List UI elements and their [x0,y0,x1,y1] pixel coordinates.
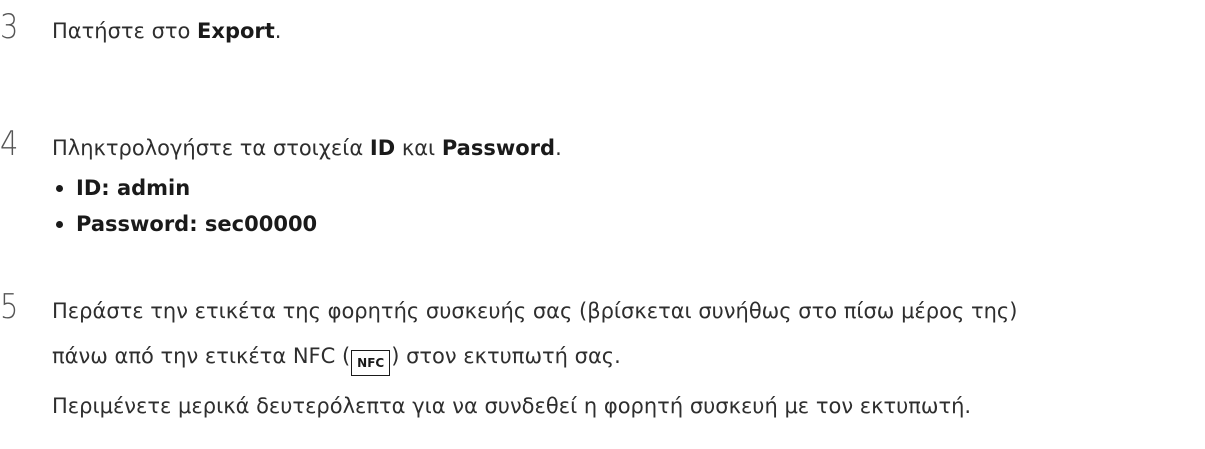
credentials-list: ID: admin Password: sec00000 [52,175,317,247]
step-text-part: και [395,136,442,160]
step-number: 4 [0,124,19,164]
step-text: Πατήστε στο Export. [52,18,281,44]
step-text-part: πάνω από την ετικέτα NFC ( [52,344,351,368]
step-text-part: . [274,19,282,43]
password-label: Password [441,136,556,160]
step-text-line-1: Περάστε την ετικέτα της φορητής συσκευής… [52,299,1018,323]
step-text-part: Πληκτρολογήστε τα στοιχεία [52,136,370,160]
step-text-part: . [555,136,562,160]
step-text-line-2: πάνω από την ετικέτα NFC (NFC) στον εκτυ… [52,343,621,376]
nfc-icon: NFC [351,350,391,376]
step-number: 3 [0,7,19,47]
list-item: Password: sec00000 [52,211,317,247]
id-label: ID [369,136,396,160]
step-text: Πληκτρολογήστε τα στοιχεία ID και Passwo… [52,135,562,161]
list-item: ID: admin [52,175,317,211]
export-label: Export [197,19,275,43]
step-text-part: Πατήστε στο [52,19,198,43]
step-note: Περιμένετε μερικά δευτερόλεπτα για να συ… [52,394,972,418]
step-text-part: ) στον εκτυπωτή σας. [391,344,621,368]
step-number: 5 [0,287,19,327]
